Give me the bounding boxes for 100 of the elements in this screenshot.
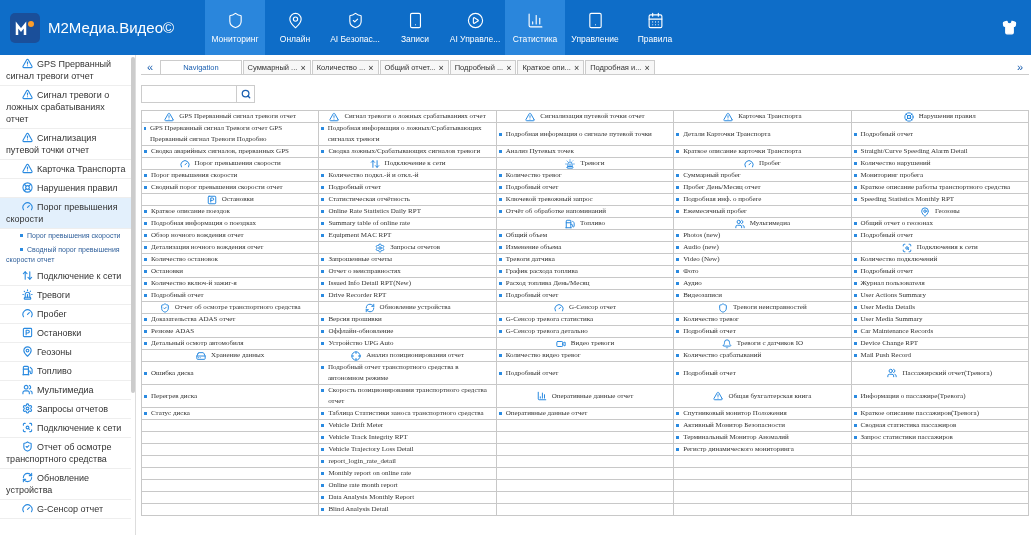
sidebar-item[interactable]: Геозоны	[0, 343, 131, 362]
bullet-icon	[498, 412, 502, 415]
bullet-icon	[853, 354, 857, 357]
bullet-icon	[676, 210, 680, 213]
scrollbar-thumb[interactable]	[131, 57, 135, 393]
calendar-icon	[646, 11, 664, 29]
bullet-icon	[321, 496, 325, 499]
crosshair-icon	[351, 350, 362, 361]
nav-item[interactable]: AI Безопас...	[325, 0, 385, 55]
bullet-icon	[498, 354, 502, 357]
bullet-icon	[676, 412, 680, 415]
sidebar-item[interactable]: Карточка Транспорта	[0, 160, 131, 179]
close-button[interactable]: ×	[368, 62, 374, 73]
gauge-icon	[22, 503, 33, 514]
bullet-icon	[20, 248, 23, 251]
bullet-icon	[144, 330, 147, 333]
siren-icon	[22, 289, 33, 300]
close-button[interactable]: ×	[300, 62, 306, 73]
bullet-icon	[144, 371, 147, 375]
bullet-icon	[498, 234, 502, 237]
map-pin-icon	[22, 346, 33, 357]
bullet-icon	[676, 270, 680, 273]
bullet-icon	[853, 162, 857, 165]
bullet-icon	[321, 174, 325, 177]
bullet-icon	[321, 342, 325, 345]
close-button[interactable]: ×	[438, 62, 444, 73]
warning-icon	[713, 391, 724, 401]
sidebar-item[interactable]: Отчет об осмотре транспортного средства	[0, 438, 131, 469]
nav-item[interactable]: Записи	[385, 0, 445, 55]
close-button[interactable]: ×	[506, 62, 512, 73]
arrows-icon	[369, 158, 380, 169]
sidebar-item[interactable]: Запросы отчетов	[0, 400, 131, 419]
bullet-icon	[853, 318, 857, 321]
fuel-icon	[22, 365, 33, 376]
shield-check-icon	[346, 11, 364, 29]
nav-item[interactable]: Управление	[565, 0, 625, 55]
bullet-icon	[144, 394, 147, 398]
bullet-icon	[144, 258, 147, 261]
bullet-icon	[676, 436, 680, 439]
nav-item[interactable]: AI Управле...	[445, 0, 505, 55]
bullet-icon	[498, 294, 502, 297]
search-field[interactable]	[141, 85, 237, 103]
bullet-icon	[853, 412, 857, 415]
scroll-left-button[interactable]: «	[141, 61, 160, 74]
steering-wheel-icon	[22, 182, 33, 193]
gauge-icon	[22, 308, 33, 319]
nav-item[interactable]: Правила	[625, 0, 685, 55]
sidebar-item[interactable]: Топливо	[0, 362, 131, 381]
warning-icon	[22, 58, 33, 69]
sidebar-item[interactable]: Обновление устройства	[0, 469, 131, 500]
nav-item[interactable]: Мониторинг	[205, 0, 265, 55]
bullet-icon	[144, 246, 147, 249]
sidebar-item[interactable]: GPS Прерванный сигнал тревоги отчет	[0, 55, 131, 86]
shield-icon	[22, 441, 33, 452]
bullet-icon	[321, 366, 324, 369]
gear-icon	[22, 403, 33, 414]
bullet-icon	[321, 294, 325, 297]
scan-icon	[901, 242, 912, 253]
shield-icon	[159, 302, 170, 313]
drive-icon	[196, 350, 207, 361]
bullet-icon	[321, 412, 325, 415]
scroll-right-button[interactable]: »	[1010, 61, 1029, 74]
close-button[interactable]: ×	[644, 62, 650, 73]
scan-icon	[22, 422, 33, 433]
bullet-icon	[321, 472, 325, 475]
sidebar-item[interactable]: Порог превышения скорости	[0, 198, 131, 229]
sidebar-item[interactable]: Сигнализация путевой точки отчет	[0, 129, 131, 160]
bullet-icon	[498, 246, 502, 249]
bullet-icon	[676, 424, 680, 427]
nav-item[interactable]: Статистика	[505, 0, 565, 55]
fuel-icon	[564, 218, 575, 229]
close-button[interactable]: ×	[573, 62, 580, 73]
bullet-icon	[853, 394, 857, 398]
parking-icon	[206, 194, 217, 205]
warning-icon	[22, 163, 33, 174]
bullet-icon	[853, 186, 857, 189]
bullet-icon	[321, 424, 325, 427]
shirt-icon[interactable]	[1002, 20, 1017, 35]
sidebar-item[interactable]: Мультимедиа	[0, 381, 131, 400]
bullet-icon	[853, 132, 857, 136]
arrows-icon	[22, 270, 33, 281]
bullet-icon	[853, 270, 857, 273]
bullet-icon	[853, 294, 857, 297]
shield-icon	[226, 11, 244, 29]
sidebar-item[interactable]: Тревоги	[0, 286, 131, 305]
bullet-icon	[853, 258, 857, 261]
bullet-icon	[321, 460, 325, 463]
bullet-icon	[853, 234, 857, 237]
play-icon	[466, 11, 484, 29]
bullet-icon	[853, 282, 857, 285]
sidebar-item[interactable]: Остановки	[0, 324, 131, 343]
map-pin-icon	[919, 206, 930, 217]
bullet-icon	[321, 389, 325, 392]
sidebar-item[interactable]: Нарушения правил	[0, 179, 131, 198]
search-button[interactable]	[237, 85, 255, 103]
sidebar-item[interactable]: Сигнал тревоги о ложных срабатываниях отчет	[0, 86, 131, 129]
sidebar-item[interactable]: Подключение к сети	[0, 419, 131, 438]
bullet-icon	[498, 198, 502, 201]
nav-item[interactable]: Онлайн	[265, 0, 325, 55]
bullet-icon	[676, 294, 680, 297]
